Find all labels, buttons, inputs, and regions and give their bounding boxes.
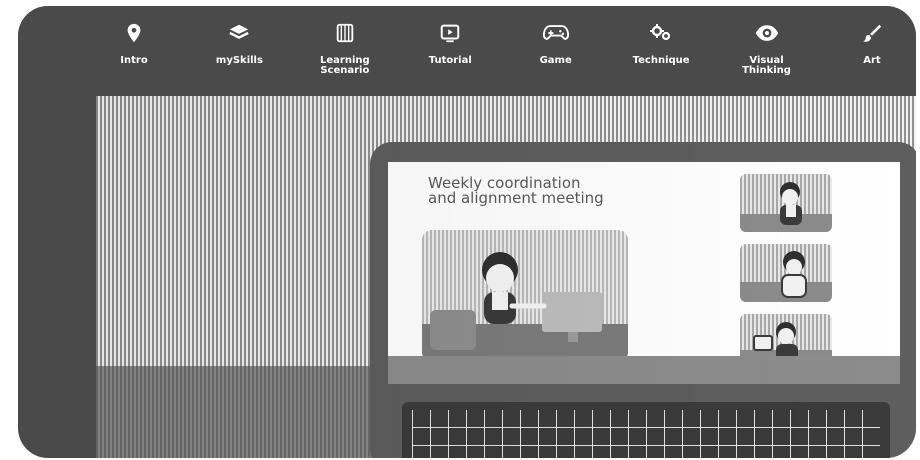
participant-illustration [422, 252, 628, 362]
book-icon [332, 20, 358, 46]
brush-icon [859, 20, 885, 46]
nav-item-tutorial[interactable]: Tutorial [404, 20, 496, 92]
nav-item-intro[interactable]: Intro [88, 20, 180, 92]
nav-item-label: Tutorial [428, 55, 472, 66]
play-screen-icon [437, 20, 463, 46]
laptop-illustration: Weekly coordination and alignment meetin… [370, 142, 916, 458]
meeting-title: Weekly coordination and alignment meetin… [428, 174, 604, 207]
top-navigation-bar: Intro mySkills Learning Scenario Tutoria… [18, 6, 916, 96]
laptop-keyboard [402, 402, 890, 458]
keyboard-keys [412, 410, 880, 458]
nav-item-label: Technique [632, 55, 690, 66]
layers-icon [226, 20, 252, 46]
nav-item-label: Visual Thinking [742, 55, 791, 76]
nav-item-myskills[interactable]: mySkills [193, 20, 285, 92]
location-pin-icon [121, 20, 147, 46]
module-nav: Intro mySkills Learning Scenario Tutoria… [88, 20, 916, 92]
gears-icon [648, 20, 674, 46]
participant-illustration [740, 182, 832, 232]
nav-item-learning-scenario[interactable]: Learning Scenario [299, 20, 391, 92]
eye-icon [754, 20, 780, 46]
main-video-participant[interactable] [422, 230, 628, 362]
scenario-content-area: Weekly coordination and alignment meetin… [96, 96, 916, 458]
laptop-screen: Weekly coordination and alignment meetin… [388, 162, 900, 384]
participant-thumbnail-1[interactable] [740, 174, 832, 232]
nav-item-label: Game [539, 55, 572, 66]
gamepad-icon [542, 20, 569, 46]
nav-item-label: Learning Scenario [320, 55, 370, 76]
nav-item-game[interactable]: Game [510, 20, 602, 92]
screen-desk-strip [388, 356, 900, 384]
nav-item-technique[interactable]: Technique [615, 20, 707, 92]
participant-thumbnail-2[interactable] [740, 244, 832, 302]
nav-item-art[interactable]: Art [826, 20, 916, 92]
nav-item-label: Art [863, 55, 881, 66]
nav-item-label: Intro [120, 55, 148, 66]
participant-illustration [740, 251, 832, 302]
app-frame: Intro mySkills Learning Scenario Tutoria… [18, 6, 916, 458]
nav-item-label: mySkills [215, 55, 263, 66]
nav-item-visual-thinking[interactable]: Visual Thinking [721, 20, 813, 92]
